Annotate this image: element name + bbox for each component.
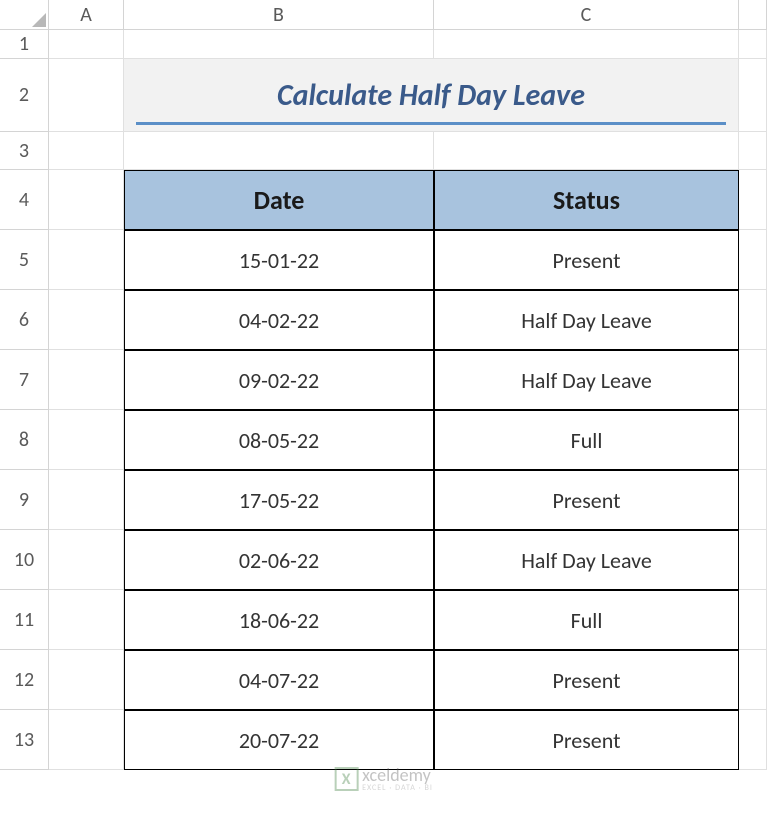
watermark-sub: EXCEL · DATA · BI	[362, 784, 433, 792]
table-header-status[interactable]: Status	[434, 170, 739, 230]
cell-d13[interactable]	[739, 710, 767, 770]
cell-d10[interactable]	[739, 530, 767, 590]
cell-a4[interactable]	[49, 170, 124, 230]
cell-d12[interactable]	[739, 650, 767, 710]
column-header-blank[interactable]	[739, 0, 767, 30]
title-underline	[136, 122, 726, 125]
title-text: Calculate Half Day Leave	[277, 77, 585, 114]
title-cell[interactable]: Calculate Half Day Leave	[124, 59, 739, 132]
row-header-11[interactable]: 11	[0, 590, 49, 650]
table-cell-status-2[interactable]: Half Day Leave	[434, 350, 739, 410]
table-cell-status-6[interactable]: Full	[434, 590, 739, 650]
cell-c1[interactable]	[434, 30, 739, 59]
row-header-4[interactable]: 4	[0, 170, 49, 230]
row-header-13[interactable]: 13	[0, 710, 49, 770]
column-header-a[interactable]: A	[49, 0, 124, 30]
table-cell-status-3[interactable]: Full	[434, 410, 739, 470]
cell-a6[interactable]	[49, 290, 124, 350]
column-header-c[interactable]: C	[434, 0, 739, 30]
cell-d3[interactable]	[739, 132, 767, 170]
cell-a2[interactable]	[49, 59, 124, 132]
cell-a13[interactable]	[49, 710, 124, 770]
select-all-corner[interactable]	[0, 0, 49, 30]
table-cell-status-0[interactable]: Present	[434, 230, 739, 290]
cell-d9[interactable]	[739, 470, 767, 530]
spreadsheet-grid: A B C 1 2 Calculate Half Day Leave 3 4 D…	[0, 0, 767, 770]
row-header-6[interactable]: 6	[0, 290, 49, 350]
cell-b3[interactable]	[124, 132, 434, 170]
table-cell-status-5[interactable]: Half Day Leave	[434, 530, 739, 590]
cell-d5[interactable]	[739, 230, 767, 290]
cell-d11[interactable]	[739, 590, 767, 650]
row-header-12[interactable]: 12	[0, 650, 49, 710]
table-cell-date-2[interactable]: 09-02-22	[124, 350, 434, 410]
table-cell-status-4[interactable]: Present	[434, 470, 739, 530]
select-all-triangle-icon	[32, 13, 46, 27]
cell-a9[interactable]	[49, 470, 124, 530]
table-cell-status-8[interactable]: Present	[434, 710, 739, 770]
cell-a1[interactable]	[49, 30, 124, 59]
cell-a7[interactable]	[49, 350, 124, 410]
row-header-5[interactable]: 5	[0, 230, 49, 290]
table-header-date[interactable]: Date	[124, 170, 434, 230]
table-cell-date-0[interactable]: 15-01-22	[124, 230, 434, 290]
cell-a3[interactable]	[49, 132, 124, 170]
cell-a12[interactable]	[49, 650, 124, 710]
table-cell-date-5[interactable]: 02-06-22	[124, 530, 434, 590]
table-cell-date-8[interactable]: 20-07-22	[124, 710, 434, 770]
column-header-b[interactable]: B	[124, 0, 434, 30]
table-cell-date-3[interactable]: 08-05-22	[124, 410, 434, 470]
cell-a11[interactable]	[49, 590, 124, 650]
row-header-2[interactable]: 2	[0, 59, 49, 132]
table-cell-status-1[interactable]: Half Day Leave	[434, 290, 739, 350]
row-header-1[interactable]: 1	[0, 30, 49, 59]
cell-b1[interactable]	[124, 30, 434, 59]
watermark-logo-icon: X	[334, 767, 358, 791]
cell-a10[interactable]	[49, 530, 124, 590]
cell-a8[interactable]	[49, 410, 124, 470]
row-header-3[interactable]: 3	[0, 132, 49, 170]
cell-d7[interactable]	[739, 350, 767, 410]
cell-a5[interactable]	[49, 230, 124, 290]
cell-d2[interactable]	[739, 59, 767, 132]
table-cell-status-7[interactable]: Present	[434, 650, 739, 710]
table-cell-date-4[interactable]: 17-05-22	[124, 470, 434, 530]
cell-c3[interactable]	[434, 132, 739, 170]
cell-d1[interactable]	[739, 30, 767, 59]
cell-d6[interactable]	[739, 290, 767, 350]
cell-d8[interactable]	[739, 410, 767, 470]
row-header-10[interactable]: 10	[0, 530, 49, 590]
table-cell-date-7[interactable]: 04-07-22	[124, 650, 434, 710]
table-cell-date-6[interactable]: 18-06-22	[124, 590, 434, 650]
cell-d4[interactable]	[739, 170, 767, 230]
table-cell-date-1[interactable]: 04-02-22	[124, 290, 434, 350]
row-header-7[interactable]: 7	[0, 350, 49, 410]
row-header-8[interactable]: 8	[0, 410, 49, 470]
row-header-9[interactable]: 9	[0, 470, 49, 530]
